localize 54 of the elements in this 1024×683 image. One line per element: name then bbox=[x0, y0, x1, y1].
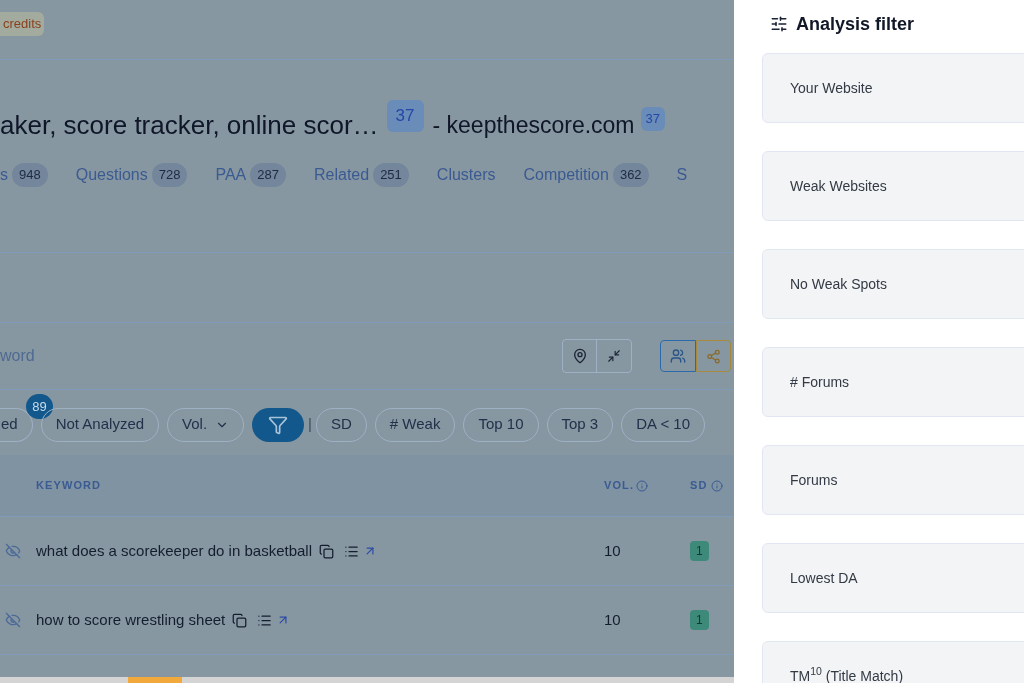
filter-card[interactable]: # Forums bbox=[762, 347, 1024, 417]
sliders-icon bbox=[770, 15, 788, 33]
filter-card[interactable]: Your Website bbox=[762, 53, 1024, 123]
list-icon[interactable] bbox=[344, 543, 359, 559]
count-badge: 89 bbox=[26, 393, 53, 419]
count-badge: 287 bbox=[250, 163, 286, 187]
column-header: KEYWORD bbox=[36, 478, 103, 494]
count-badge: 362 bbox=[612, 163, 649, 187]
users-icon bbox=[670, 348, 686, 364]
collapse-icon bbox=[607, 349, 621, 363]
count-badge: 251 bbox=[373, 163, 409, 187]
info-icon bbox=[711, 479, 724, 492]
score-badge: 37 bbox=[640, 107, 665, 131]
page-title: aker, score tracker, online scor… bbox=[0, 108, 379, 142]
filter-icon bbox=[268, 414, 289, 435]
filter-card[interactable]: TM$^{10}$ (Title Match) bbox=[762, 641, 1024, 683]
share-icon bbox=[706, 348, 721, 364]
tab[interactable]: S bbox=[676, 163, 688, 187]
keyword-cell-text: what does a scorekeeper do in basketball bbox=[36, 540, 312, 561]
score-badge: 37 bbox=[386, 100, 424, 132]
column-header: SD bbox=[690, 477, 724, 494]
filter-card[interactable]: Weak Websites bbox=[762, 151, 1024, 221]
tab[interactable]: s 948 bbox=[0, 163, 48, 187]
filter-card[interactable]: Forums bbox=[762, 445, 1024, 515]
search-field[interactable]: word bbox=[0, 344, 562, 368]
volume-cell-text: 10 bbox=[604, 540, 622, 561]
count-badge: 948 bbox=[12, 163, 48, 187]
domain-title: - keepthescore.com bbox=[432, 110, 635, 140]
sd-badge: 1 bbox=[690, 610, 709, 630]
tab[interactable]: Questions 728 bbox=[75, 163, 188, 187]
users-button[interactable] bbox=[660, 340, 696, 372]
filter-card[interactable]: Lowest DA bbox=[762, 543, 1024, 613]
filter-card[interactable]: No Weak Spots bbox=[762, 249, 1024, 319]
separator: | bbox=[308, 414, 312, 435]
list-icon[interactable] bbox=[257, 612, 273, 628]
map-pin-icon bbox=[571, 348, 588, 364]
tab[interactable]: Related 251 bbox=[314, 163, 409, 187]
column-header: VOL. bbox=[604, 477, 690, 494]
hidden-eye-icon bbox=[5, 612, 21, 628]
count-badge: 728 bbox=[151, 163, 188, 187]
keyword-cell-text: how to score wrestling sheet bbox=[36, 609, 226, 630]
sd-badge: 1 bbox=[690, 541, 709, 561]
tab[interactable]: Competition 362 bbox=[523, 163, 649, 187]
tab[interactable]: PAA 287 bbox=[215, 163, 286, 187]
tab[interactable]: Clusters bbox=[436, 163, 496, 187]
volume-cell-text: 10 bbox=[604, 609, 622, 630]
drawer-title: Analysis filter bbox=[796, 12, 915, 36]
copy-icon[interactable] bbox=[232, 612, 248, 628]
filter-button[interactable] bbox=[252, 407, 305, 442]
scrollbar-thumb[interactable] bbox=[128, 677, 182, 683]
credits-badge: credits bbox=[0, 12, 45, 36]
info-icon bbox=[636, 479, 649, 492]
copy-icon[interactable] bbox=[319, 543, 334, 559]
hidden-eye-icon bbox=[5, 543, 21, 559]
